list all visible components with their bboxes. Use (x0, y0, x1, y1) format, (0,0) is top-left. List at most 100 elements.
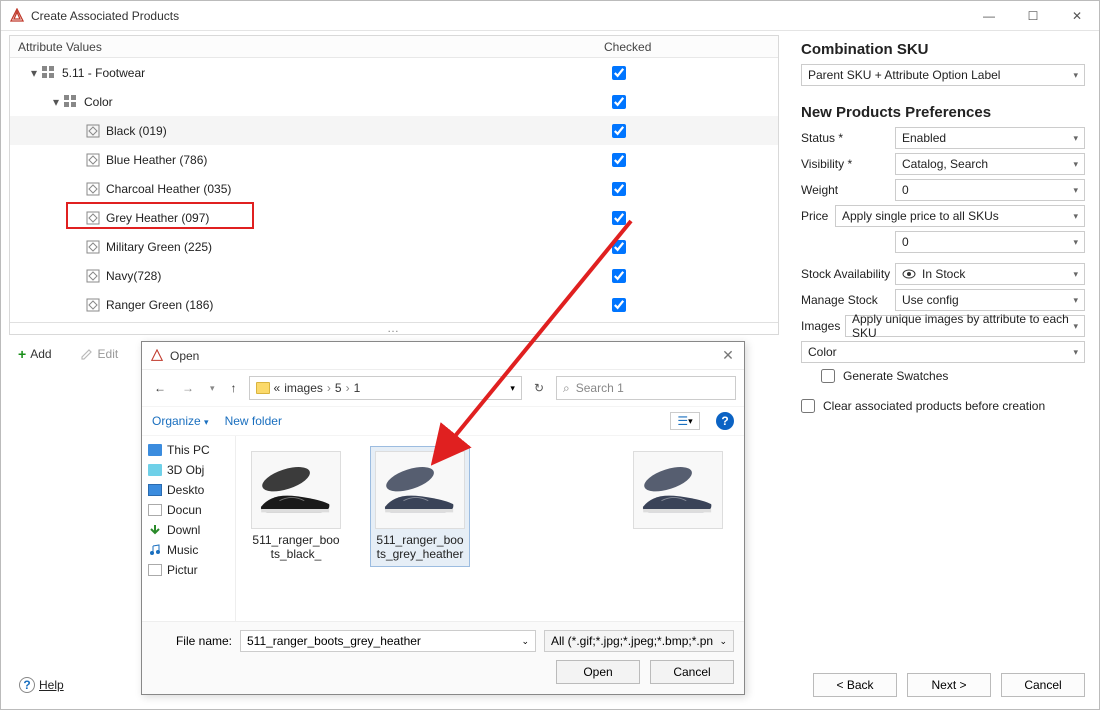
tree-checkbox[interactable] (612, 211, 626, 225)
combination-sku-select[interactable]: Parent SKU + Attribute Option Label ▾ (801, 64, 1085, 86)
sidebar-item[interactable]: Deskto (142, 480, 235, 500)
chevron-down-icon: ▾ (1073, 159, 1078, 170)
organize-menu[interactable]: Organize ▾ (152, 414, 209, 428)
open-button[interactable]: Open (556, 660, 640, 684)
chevron-down-icon: ▾ (1073, 295, 1078, 306)
tree-row[interactable]: Blue Heather (786) (10, 145, 778, 174)
price-value-input[interactable]: 0▾ (895, 231, 1085, 253)
price-mode-select[interactable]: Apply single price to all SKUs▾ (835, 205, 1085, 227)
new-products-prefs-title: New Products Preferences (801, 104, 1085, 121)
tree-row[interactable]: Charcoal Heather (035) (10, 174, 778, 203)
images-attribute-select[interactable]: Color▾ (801, 341, 1085, 363)
file-dialog-footer: File name: 511_ranger_boots_grey_heather… (142, 621, 744, 694)
edit-label: Edit (98, 347, 119, 361)
sidebar-item[interactable]: Downl (142, 520, 235, 540)
cancel-button[interactable]: Cancel (650, 660, 734, 684)
chevron-down-icon: ▾ (1073, 70, 1078, 81)
close-button[interactable]: ✕ (1055, 1, 1099, 31)
tree-row[interactable]: Navy(728) (10, 261, 778, 290)
breadcrumb[interactable]: 5 (335, 381, 342, 395)
tree-row[interactable]: Grey Heather (097) (10, 203, 778, 232)
tree-row[interactable]: ▾5.11 - Footwear (10, 58, 778, 87)
view-mode-button[interactable]: ☰ ▾ (670, 412, 700, 430)
tree-row[interactable]: Military Green (225) (10, 232, 778, 261)
chevron-down-icon: ▾ (1073, 269, 1078, 280)
tree-expander[interactable]: ▾ (50, 95, 62, 109)
file-list[interactable]: 511_ranger_boots_black_511_ranger_boots_… (236, 436, 744, 621)
col-header-checked[interactable]: Checked (596, 40, 778, 54)
next-button[interactable]: Next > (907, 673, 991, 697)
breadcrumb[interactable]: images (284, 381, 323, 395)
tree-checkbox[interactable] (612, 182, 626, 196)
file-thumbnail[interactable] (628, 446, 728, 534)
edit-button[interactable]: Edit (71, 342, 128, 366)
sidebar-item[interactable]: This PC (142, 440, 235, 460)
folder-icon (148, 444, 162, 456)
folder-icon (148, 524, 162, 536)
folder-icon (256, 382, 270, 394)
stock-availability-label: Stock Availability (801, 267, 895, 281)
weight-input[interactable]: 0▾ (895, 179, 1085, 201)
tree-splitter[interactable]: … (10, 322, 778, 334)
chevron-down-icon: ▾ (1073, 321, 1078, 332)
tree-label: Charcoal Heather (035) (106, 182, 231, 196)
tree-label: Black (019) (106, 124, 167, 138)
sidebar-item[interactable]: Pictur (142, 560, 235, 580)
tree-checkbox[interactable] (612, 269, 626, 283)
tree-expander[interactable]: ▾ (28, 66, 40, 80)
chevron-down-icon: ▾ (204, 417, 209, 427)
nav-recent-button[interactable]: ▾ (206, 381, 219, 396)
swatch-icon (86, 269, 100, 283)
tree-row[interactable]: ▾Color (10, 87, 778, 116)
right-column: Combination SKU Parent SKU + Attribute O… (787, 31, 1099, 709)
tree-row[interactable]: Ranger Green (186) (10, 290, 778, 319)
tree-checkbox[interactable] (612, 240, 626, 254)
file-type-filter[interactable]: All (*.gif;*.jpg;*.jpeg;*.bmp;*.pn⌄ (544, 630, 734, 652)
tree-checkbox[interactable] (612, 66, 626, 80)
help-link[interactable]: ? Help (19, 677, 64, 693)
tree-checkbox[interactable] (612, 124, 626, 138)
tree-checkbox[interactable] (612, 153, 626, 167)
chevron-right-icon: › (327, 381, 331, 395)
thumbnail-image (633, 451, 723, 529)
new-folder-button[interactable]: New folder (225, 414, 282, 428)
nav-forward-button[interactable]: → (178, 379, 198, 397)
file-name-input[interactable]: 511_ranger_boots_grey_heather⌄ (240, 630, 536, 652)
sidebar-item[interactable]: Docun (142, 500, 235, 520)
tree-row[interactable]: Black (019) (10, 116, 778, 145)
close-icon[interactable]: ✕ (712, 347, 744, 364)
help-label: Help (39, 678, 64, 692)
sidebar-item[interactable]: Music (142, 540, 235, 560)
search-input[interactable]: ⌕ Search 1 (556, 376, 736, 400)
file-thumbnail[interactable]: 511_ranger_boots_black_ (246, 446, 346, 567)
stock-availability-select[interactable]: In Stock ▾ (895, 263, 1085, 285)
generate-swatches-checkbox[interactable] (821, 369, 835, 383)
eye-icon (902, 269, 916, 279)
minimize-button[interactable]: — (967, 1, 1011, 31)
status-select[interactable]: Enabled▾ (895, 127, 1085, 149)
images-mode-select[interactable]: Apply unique images by attribute to each… (845, 315, 1085, 337)
back-button[interactable]: < Back (813, 673, 897, 697)
nav-up-button[interactable]: ↑ (227, 379, 241, 397)
weight-label: Weight (801, 183, 895, 197)
clear-associated-checkbox[interactable] (801, 399, 815, 413)
file-thumbnail[interactable]: 511_ranger_boots_grey_heather (370, 446, 470, 567)
help-icon[interactable]: ? (716, 412, 734, 430)
sidebar-item[interactable]: 3D Obj (142, 460, 235, 480)
manage-stock-select[interactable]: Use config▾ (895, 289, 1085, 311)
tree-label: Ranger Green (186) (106, 298, 213, 312)
visibility-select[interactable]: Catalog, Search▾ (895, 153, 1085, 175)
add-button[interactable]: + Add (9, 341, 61, 367)
col-header-attribute[interactable]: Attribute Values (10, 40, 596, 54)
address-bar[interactable]: « images › 5 › 1 ▾ (249, 376, 522, 400)
breadcrumb[interactable]: 1 (354, 381, 361, 395)
chevron-right-icon: › (346, 381, 350, 395)
pencil-icon (80, 347, 94, 361)
maximize-button[interactable]: ☐ (1011, 1, 1055, 31)
refresh-button[interactable]: ↻ (530, 381, 548, 395)
chevron-down-icon[interactable]: ▾ (510, 383, 515, 394)
cancel-button[interactable]: Cancel (1001, 673, 1085, 697)
tree-checkbox[interactable] (612, 95, 626, 109)
nav-back-button[interactable]: ← (150, 379, 170, 397)
tree-checkbox[interactable] (612, 298, 626, 312)
